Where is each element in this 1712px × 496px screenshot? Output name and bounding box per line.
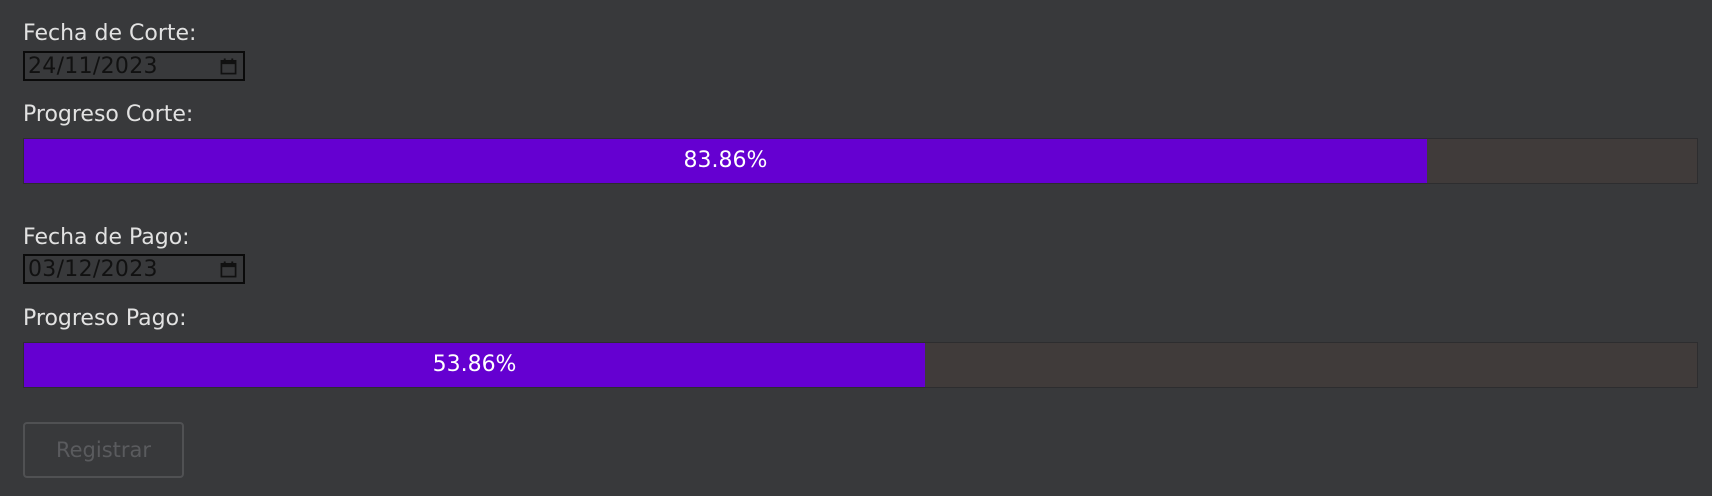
cut-progress-text: 83.86% <box>683 148 768 173</box>
payment-progress-text: 53.86% <box>432 352 517 377</box>
payment-progress-label: Progreso Pago: <box>23 306 187 331</box>
cut-progress-bar: 83.86% <box>23 138 1698 184</box>
payment-progress-fill: 53.86% <box>24 343 926 387</box>
payment-progress-form: Fecha de Corte: 24/11/2023 Progreso Cort… <box>0 0 1712 496</box>
register-button[interactable]: Registrar <box>23 422 184 478</box>
cut-date-value: 24/11/2023 <box>28 54 158 79</box>
payment-date-label: Fecha de Pago: <box>23 225 190 250</box>
cut-progress-label: Progreso Corte: <box>23 102 194 127</box>
payment-progress-bar: 53.86% <box>23 342 1698 388</box>
cut-progress-fill: 83.86% <box>24 139 1427 183</box>
cut-date-input[interactable]: 24/11/2023 <box>23 51 245 81</box>
calendar-icon[interactable] <box>220 261 237 278</box>
cut-date-label: Fecha de Corte: <box>23 21 197 46</box>
calendar-icon[interactable] <box>220 58 237 75</box>
payment-date-value: 03/12/2023 <box>28 257 158 282</box>
payment-date-input[interactable]: 03/12/2023 <box>23 254 245 284</box>
